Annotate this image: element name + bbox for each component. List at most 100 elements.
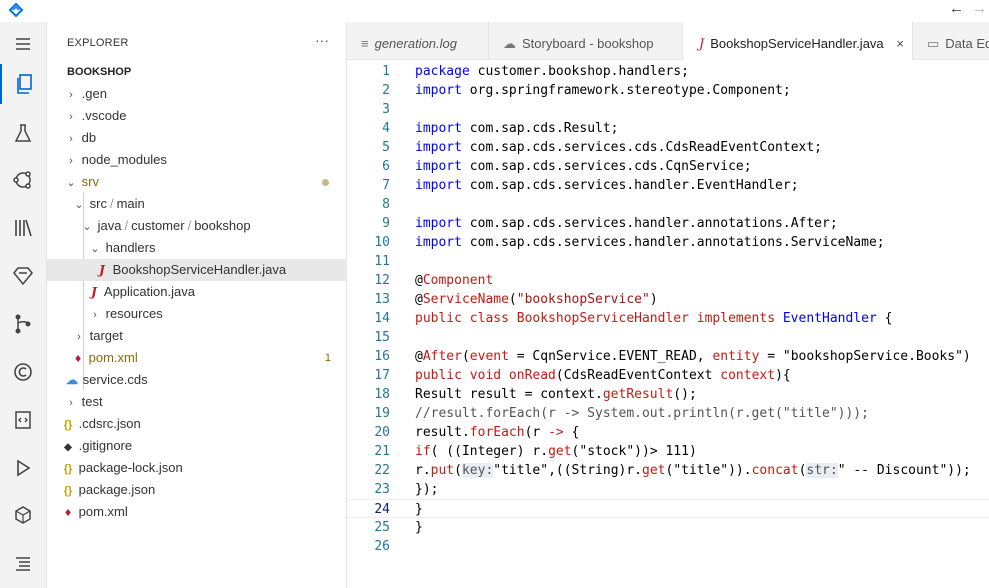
tree-item-srv[interactable]: ⌄ srv xyxy=(47,171,347,193)
deploy-cube-icon[interactable] xyxy=(0,496,46,536)
current-code-line: 24} xyxy=(347,499,989,518)
activity-bar xyxy=(0,22,47,588)
tree-item-node-modules[interactable]: › node_modules xyxy=(47,149,347,171)
git-file-icon: ◆ xyxy=(64,442,72,453)
tree-item-target[interactable]: › target xyxy=(47,325,347,347)
json-file-icon: {} xyxy=(63,419,73,431)
code-line: 1 package customer.bookshop.handlers; xyxy=(382,64,689,79)
tree-item-src-main[interactable]: ⌄ src / main xyxy=(47,193,347,215)
tree-item-resources[interactable]: › resources xyxy=(47,303,347,325)
code-line: 25} xyxy=(374,520,423,535)
code-line: 11 xyxy=(374,254,390,269)
tree-item-cdsrc-json[interactable]: {} .cdsrc.json xyxy=(47,413,347,435)
code-line: 26 xyxy=(374,539,390,554)
chevron-right-icon: › xyxy=(69,111,73,123)
explorer-files-icon[interactable] xyxy=(0,64,46,104)
chevron-right-icon: › xyxy=(69,397,73,409)
java-file-icon: J xyxy=(91,285,97,299)
copyright-icon[interactable] xyxy=(0,352,46,392)
tree-item-db[interactable]: › db xyxy=(47,127,347,149)
code-line: 14 public class BookshopServiceHandler im… xyxy=(374,311,893,326)
page-icon: ▭ xyxy=(927,36,940,51)
problem-count-badge: 1 xyxy=(324,352,331,364)
close-icon[interactable]: × xyxy=(896,22,904,61)
app-logo-icon xyxy=(8,1,24,18)
source-control-icon[interactable] xyxy=(0,304,46,344)
editor-tabs: ≡ generation.log ☁ Storyboard - bookshop J… xyxy=(347,22,989,61)
modified-dot-icon xyxy=(322,179,329,186)
tree-item-service-cds[interactable]: ☁ service.cds xyxy=(47,369,347,391)
project-root[interactable]: BOOKSHOP xyxy=(67,66,131,78)
gem-icon[interactable] xyxy=(0,256,46,296)
menu-icon[interactable] xyxy=(0,24,46,64)
code-line: 19//result.forEach(r -> System.out.print… xyxy=(374,406,869,421)
tree-item-handlers[interactable]: ⌄ handlers xyxy=(47,237,347,259)
forward-arrow-icon[interactable]: → xyxy=(972,0,988,18)
title-bar: ← → xyxy=(0,0,989,20)
flask-icon[interactable] xyxy=(0,114,46,154)
code-line: 15 xyxy=(374,330,390,345)
tab-data-editor[interactable]: ▭ Data Ed xyxy=(913,22,989,60)
tree-item-pom-xml[interactable]: ♦ pom.xml xyxy=(47,501,347,523)
cds-file-icon: ☁ xyxy=(66,373,78,387)
code-line: 8 xyxy=(382,197,390,212)
code-line: 12 @Component xyxy=(374,273,494,288)
chevron-down-icon: ⌄ xyxy=(90,243,100,255)
run-icon[interactable] xyxy=(0,448,46,488)
library-icon[interactable] xyxy=(0,208,46,248)
chevron-right-icon: › xyxy=(77,331,81,343)
code-line: 21 if( ((Integer) r.get("stock"))> 111) xyxy=(374,444,697,459)
code-line: 3 xyxy=(382,102,390,117)
tree-item-package-lock-json[interactable]: {} package-lock.json xyxy=(47,457,347,479)
tree-item-vscode[interactable]: › .vscode xyxy=(47,105,347,127)
tree-item-srv-pom-xml[interactable]: ♦ pom.xml 1 xyxy=(47,347,347,369)
code-line: 2 import org.springframework.stereotype.C… xyxy=(382,83,791,98)
chevron-down-icon: ⌄ xyxy=(82,221,92,233)
tree-item-application-java[interactable]: J Application.java xyxy=(47,281,347,303)
tab-generation-log[interactable]: ≡ generation.log xyxy=(347,22,489,60)
tree-item-gitignore[interactable]: ◆ .gitignore xyxy=(47,435,347,457)
tab-bookshop-service-handler[interactable]: J BookshopServiceHandler.java × xyxy=(683,22,913,61)
list-indent-icon[interactable] xyxy=(0,544,46,584)
java-file-icon: J xyxy=(699,37,705,52)
chevron-down-icon: ⌄ xyxy=(66,177,76,189)
json-file-icon: {} xyxy=(63,463,73,475)
chevron-down-icon: ⌄ xyxy=(74,199,84,211)
tree-item-test[interactable]: › test xyxy=(47,391,347,413)
code-line: 5 import com.sap.cds.services.cds.CdsRead… xyxy=(382,140,822,155)
tree-item-package-json[interactable]: {} package.json xyxy=(47,479,347,501)
json-file-icon: {} xyxy=(63,485,73,497)
code-line: 18 Result result = context.getResult(); xyxy=(374,387,697,402)
tree-item-java-customer-bookshop[interactable]: ⌄ java / customer / bookshop xyxy=(47,215,347,237)
code-line: 16 @After(event = CqnService.EVENT_READ, … xyxy=(374,349,971,364)
code-line: 10 import com.sap.cds.services.handler.an… xyxy=(374,235,885,250)
explorer-title: EXPLORER xyxy=(67,37,129,49)
code-editor[interactable]: 1 package customer.bookshop.handlers; 2 im… xyxy=(347,60,989,588)
explorer-panel: EXPLORER ··· BOOKSHOP › .gen › .vscode ›… xyxy=(47,22,347,588)
chevron-right-icon: › xyxy=(69,89,73,101)
parameter-hint: str: xyxy=(806,463,838,478)
chevron-right-icon: › xyxy=(69,155,73,167)
tree-item-gen[interactable]: › .gen xyxy=(47,83,347,105)
code-line: 17 public void onRead(CdsReadEventContext… xyxy=(374,368,791,383)
tree-item-bookshop-service-handler[interactable]: J BookshopServiceHandler.java xyxy=(47,259,347,281)
cloud-icon: ☁ xyxy=(503,36,516,51)
code-file-icon[interactable] xyxy=(0,400,46,440)
code-line: 9 import com.sap.cds.services.handler.ann… xyxy=(382,216,838,231)
tree-diagram-icon[interactable] xyxy=(0,160,46,200)
tab-storyboard[interactable]: ☁ Storyboard - bookshop xyxy=(489,22,683,60)
code-line: 4 import com.sap.cds.Result; xyxy=(382,121,619,136)
back-arrow-icon[interactable]: ← xyxy=(949,0,965,18)
lines-icon: ≡ xyxy=(361,36,369,51)
chevron-right-icon: › xyxy=(93,309,97,321)
chevron-right-icon: › xyxy=(69,133,73,145)
more-actions-icon[interactable]: ··· xyxy=(315,32,329,48)
code-line: 7 import com.sap.cds.services.handler.Eve… xyxy=(382,178,799,193)
code-line: 20 result.forEach(r -> { xyxy=(374,425,580,440)
maven-feather-icon: ♦ xyxy=(64,505,72,519)
java-file-icon: J xyxy=(99,263,105,277)
code-line: 23}); xyxy=(374,482,439,497)
code-line: 22 r.put(key:"title",((String)r.get("titl… xyxy=(374,463,971,478)
code-line: 6 import com.sap.cds.services.cds.CqnServ… xyxy=(382,159,752,174)
code-line: 13 @ServiceName("bookshopService") xyxy=(374,292,658,307)
